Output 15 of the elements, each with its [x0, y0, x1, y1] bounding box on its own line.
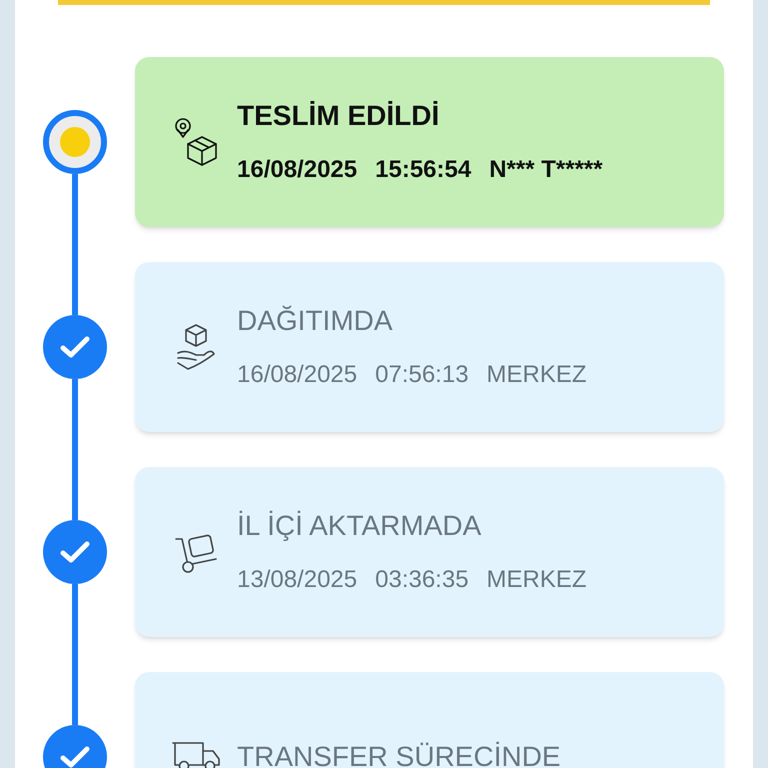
status-title: İL İÇİ AKTARMADA [237, 509, 482, 543]
status-detail: 16/08/2025 [237, 360, 358, 390]
status-detail: 15:56:54 [375, 155, 472, 185]
status-detail: 03:36:35 [375, 565, 469, 595]
pin-and-box-icon [174, 117, 218, 167]
truck-icon [171, 739, 221, 768]
status-detail: 16/08/2025 [237, 155, 358, 185]
status-title: TESLİM EDİLDİ [237, 99, 440, 133]
status-detail: N*** T***** [489, 155, 603, 185]
status-detail: 07:56:13 [375, 360, 469, 390]
status-title: TRANSFER SÜRECİNDE [237, 740, 561, 768]
status-title: DAĞITIMDA [237, 304, 394, 338]
status-detail: MERKEZ [486, 360, 587, 390]
status-detail: MERKEZ [486, 565, 587, 595]
status-detail: 13/08/2025 [237, 565, 358, 595]
